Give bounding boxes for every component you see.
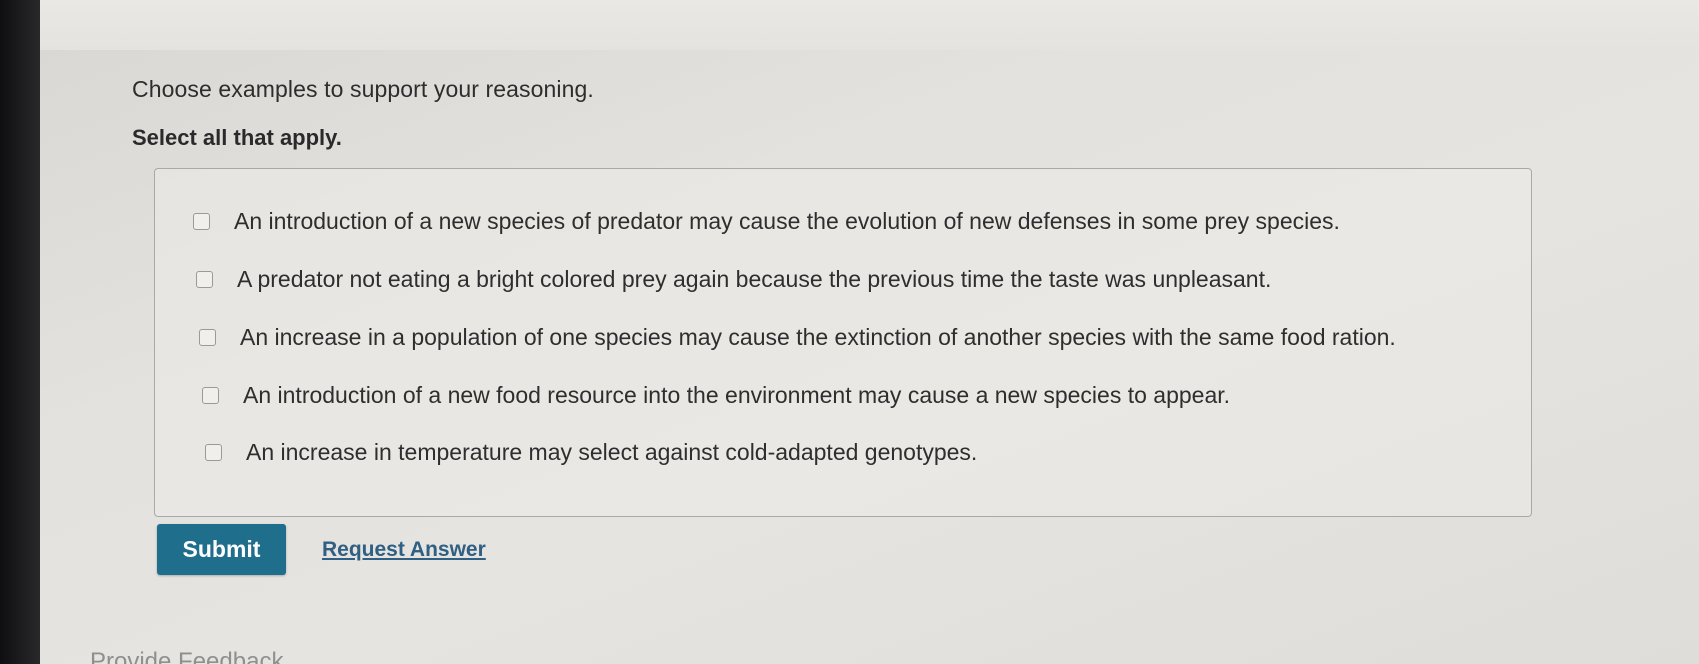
checkbox-3[interactable]: [199, 329, 216, 346]
request-answer-link[interactable]: Request Answer: [322, 538, 486, 562]
question-prompt: Choose examples to support your reasonin…: [132, 76, 594, 102]
option-2[interactable]: A predator not eating a bright colored p…: [196, 266, 1271, 293]
option-1[interactable]: An introduction of a new species of pred…: [193, 208, 1340, 235]
option-label-1: An introduction of a new species of pred…: [234, 208, 1340, 234]
checkbox-5[interactable]: [205, 444, 222, 461]
option-5[interactable]: An increase in temperature may select ag…: [205, 439, 977, 466]
screen: Choose examples to support your reasonin…: [40, 0, 1699, 664]
option-label-2: A predator not eating a bright colored p…: [237, 266, 1272, 292]
checkbox-4[interactable]: [202, 387, 219, 404]
option-label-4: An introduction of a new food resource i…: [243, 382, 1231, 408]
options-group: An introduction of a new species of pred…: [154, 168, 1532, 517]
device-bezel: [0, 0, 42, 664]
question-instruction: Select all that apply.: [132, 125, 342, 150]
provide-feedback-link[interactable]: Provide Feedback: [90, 648, 283, 664]
option-3[interactable]: An increase in a population of one speci…: [199, 324, 1396, 351]
submit-button[interactable]: Submit: [157, 524, 286, 575]
checkbox-1[interactable]: [193, 213, 210, 230]
top-strip: [40, 0, 1699, 50]
option-4[interactable]: An introduction of a new food resource i…: [202, 382, 1230, 409]
checkbox-2[interactable]: [196, 271, 213, 288]
option-label-3: An increase in a population of one speci…: [240, 324, 1396, 350]
option-label-5: An increase in temperature may select ag…: [246, 439, 978, 465]
